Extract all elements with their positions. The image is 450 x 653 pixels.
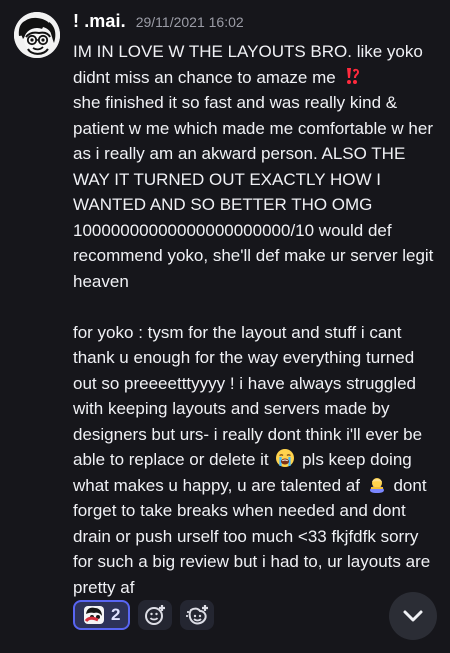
message-paragraph-1: IM IN LOVE W THE LAYOUTS BRO. like yoko … bbox=[73, 39, 441, 294]
custom-emoji-reaction[interactable]: 2 bbox=[73, 600, 131, 630]
author-name[interactable]: ! .mai. bbox=[73, 11, 126, 32]
avatar[interactable] bbox=[14, 12, 60, 58]
exclamation-question-mark-icon bbox=[342, 66, 362, 86]
chat-message-view: ! .mai. 29/11/2021 16:02 IM IN LOVE W TH… bbox=[0, 0, 450, 653]
add-reaction-button[interactable] bbox=[138, 600, 173, 630]
scroll-to-bottom-button[interactable] bbox=[389, 592, 437, 640]
add-super-reaction-button[interactable] bbox=[180, 600, 215, 630]
message-header: ! .mai. 29/11/2021 16:02 bbox=[73, 11, 244, 39]
reaction-count: 2 bbox=[111, 605, 121, 624]
message-text: for yoko : tysm for the layout and stuff… bbox=[73, 322, 423, 470]
chevron-down-icon bbox=[399, 602, 427, 630]
timestamp: 29/11/2021 16:02 bbox=[135, 14, 244, 30]
add-reaction-icon bbox=[143, 603, 167, 627]
reaction-bar: 2 bbox=[73, 600, 215, 630]
avatar-illustration bbox=[14, 12, 60, 58]
add-super-reaction-icon bbox=[184, 603, 210, 627]
custom-character-emoji-icon bbox=[83, 604, 105, 626]
message-content: IM IN LOVE W THE LAYOUTS BRO. like yoko … bbox=[73, 39, 441, 600]
person-bowing-icon bbox=[367, 474, 387, 494]
message-paragraph-2: for yoko : tysm for the layout and stuff… bbox=[73, 320, 441, 601]
loudly-crying-face-icon bbox=[275, 448, 295, 468]
message-text: she finished it so fast and was really k… bbox=[73, 93, 434, 291]
message-text: IM IN LOVE W THE LAYOUTS BRO. like yoko … bbox=[73, 42, 423, 87]
